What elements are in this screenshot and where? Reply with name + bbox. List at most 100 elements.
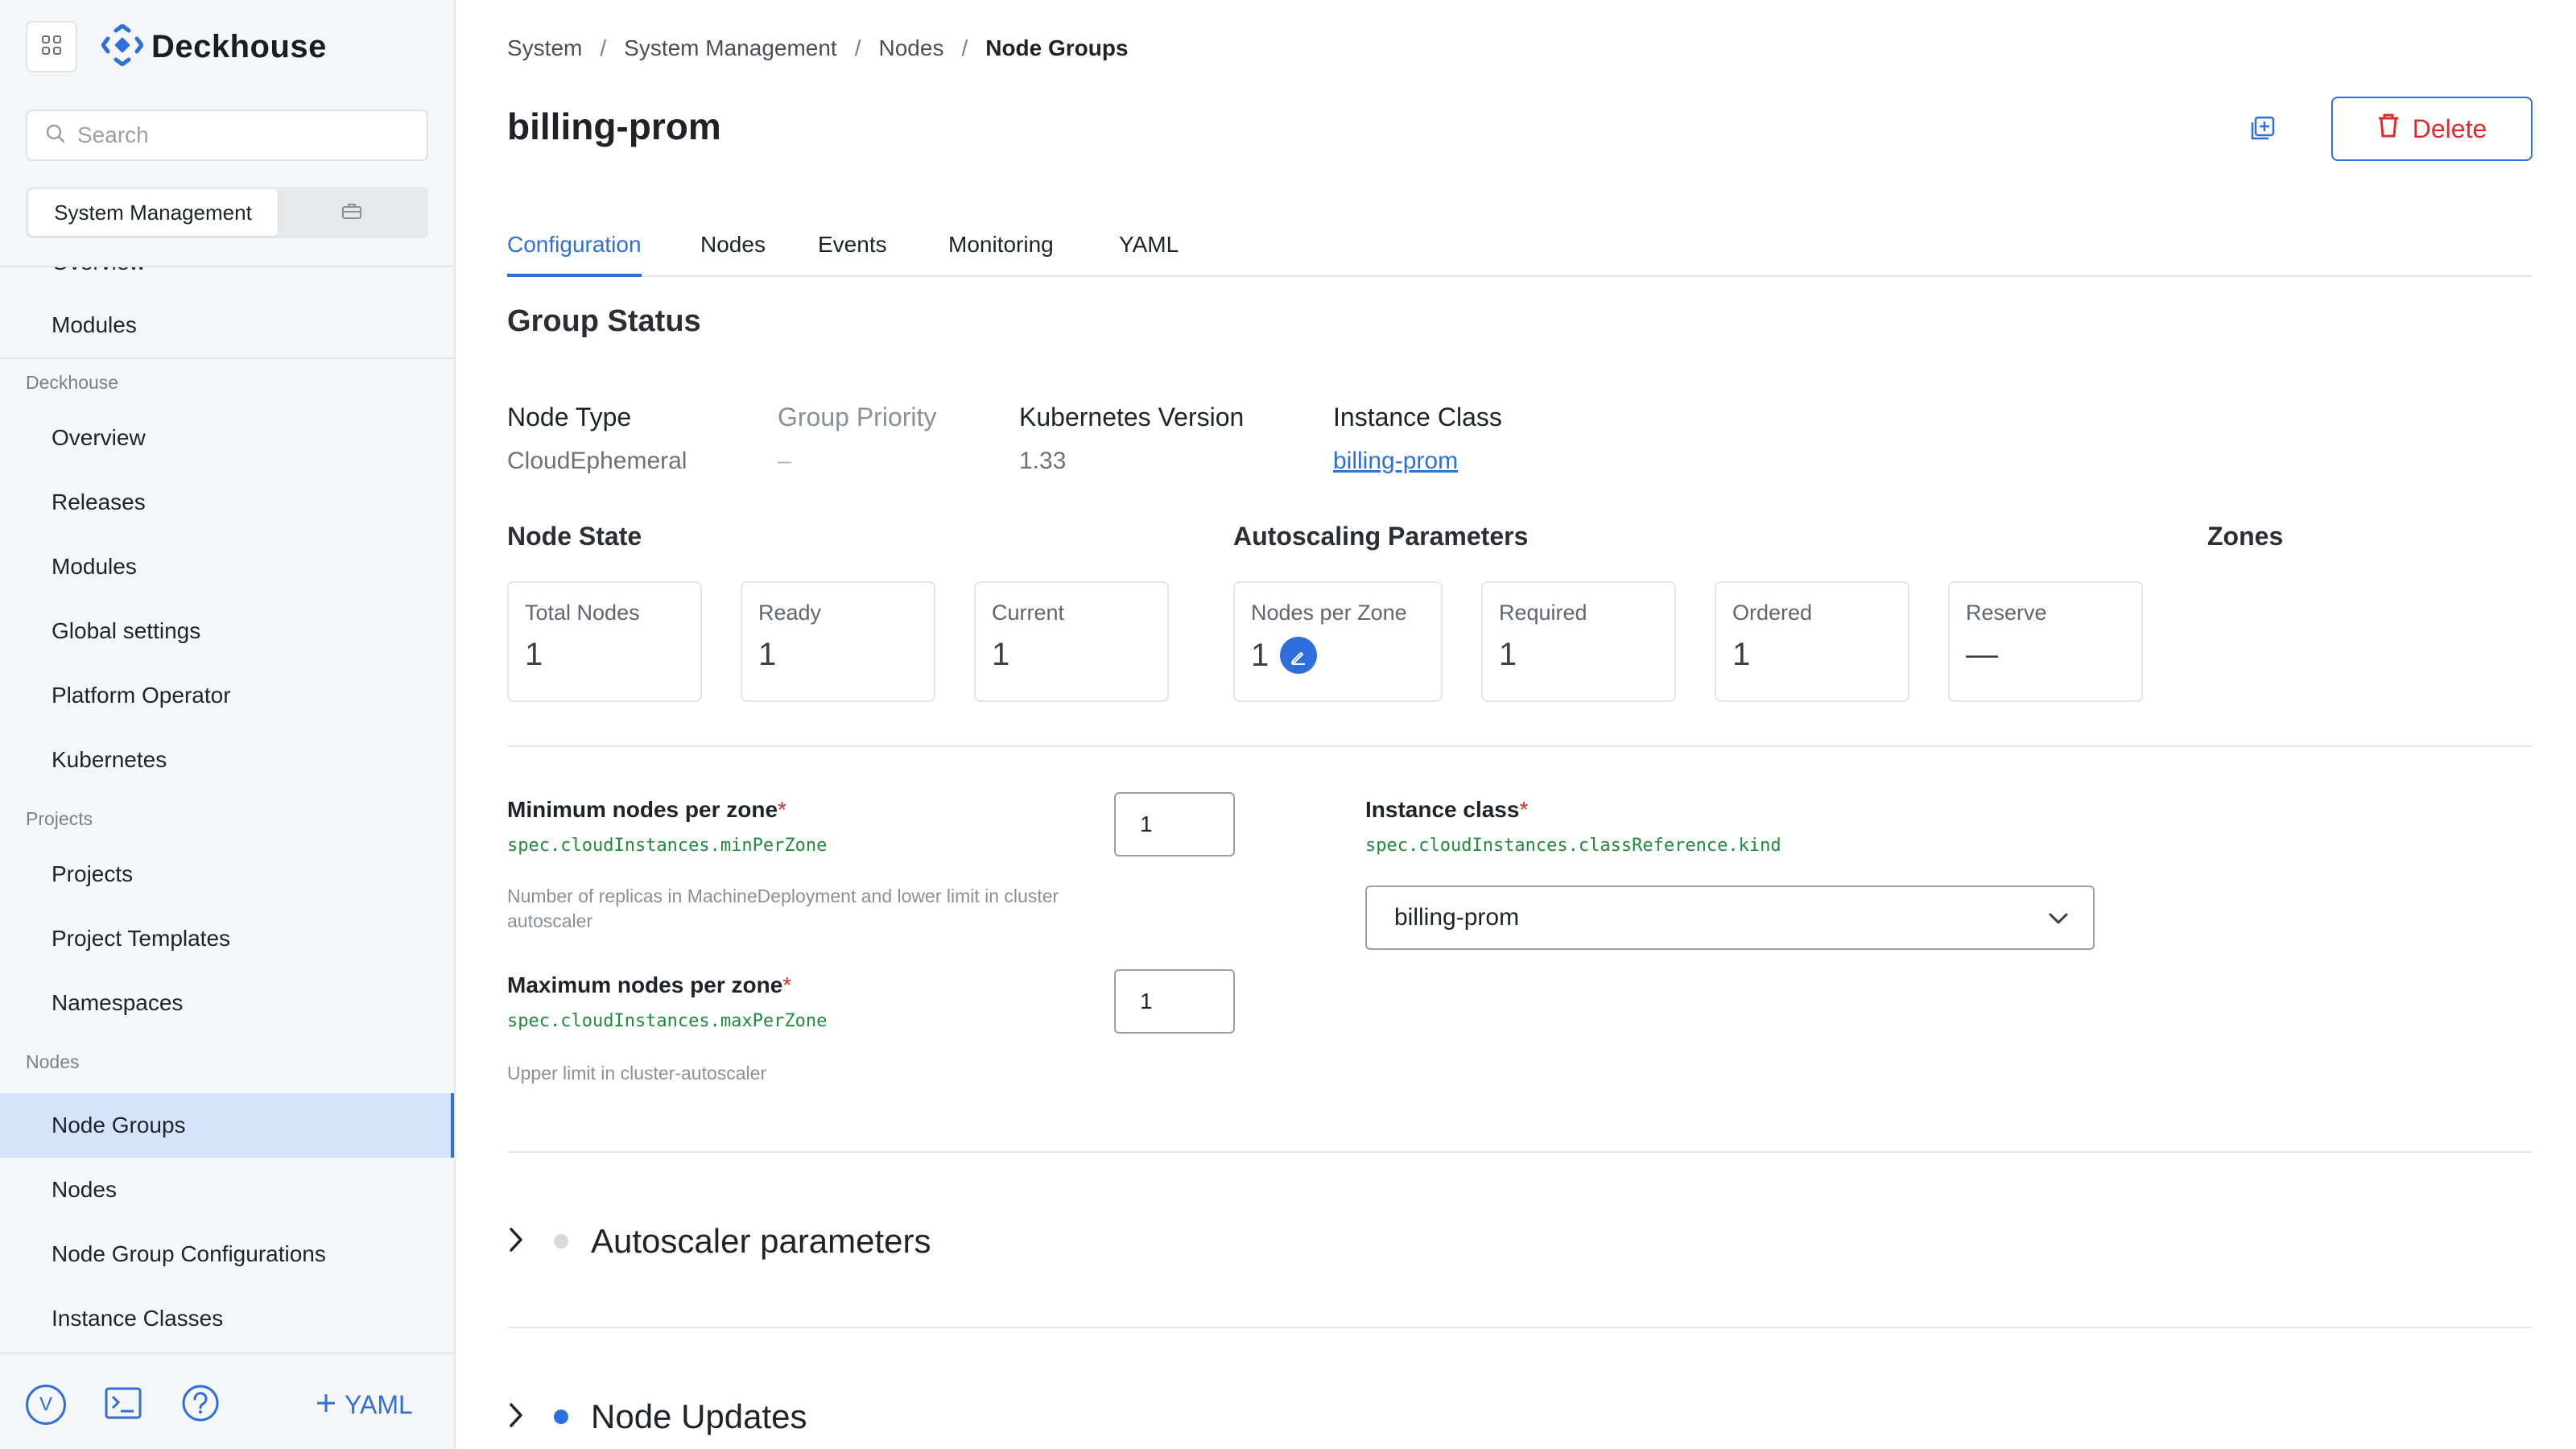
sidebar-item-nodes[interactable]: Nodes xyxy=(0,1158,454,1222)
sidebar-item-releases[interactable]: Releases xyxy=(0,470,454,535)
stat-value: 1 xyxy=(1251,637,1269,673)
nav-section-deckhouse: Deckhouse xyxy=(26,372,119,393)
stat-card-required: Required 1 xyxy=(1481,581,1676,702)
node-updates-title: Node Updates xyxy=(591,1397,807,1435)
max-nodes-input[interactable]: 1 xyxy=(1114,969,1235,1034)
sidebar-item-deckhouse-overview[interactable]: Overview xyxy=(0,406,454,470)
stat-label: Ordered xyxy=(1732,601,1813,625)
required-marker: * xyxy=(782,972,792,997)
breadcrumb-separator: / xyxy=(961,35,968,60)
autoscaler-parameters-title: Autoscaler parameters xyxy=(591,1222,931,1260)
group-status-heading: Group Status xyxy=(507,304,701,338)
breadcrumb-system-management[interactable]: System Management xyxy=(624,35,837,61)
breadcrumb: System / System Management / Nodes / Nod… xyxy=(507,35,1129,61)
stat-label: Ready xyxy=(758,601,822,625)
tab-configuration[interactable]: Configuration xyxy=(507,232,642,277)
sidebar-item-projects[interactable]: Projects xyxy=(0,842,454,906)
instance-class-label: Instance Class xyxy=(1333,402,1502,431)
stat-label: Total Nodes xyxy=(525,601,640,625)
trash-icon xyxy=(2377,114,2400,144)
sidebar-search-input[interactable]: Search xyxy=(26,109,428,161)
help-icon xyxy=(181,1384,220,1426)
duplicate-button[interactable] xyxy=(2243,111,2281,150)
stat-card-current: Current 1 xyxy=(974,581,1169,702)
instance-class-selected-value: billing-prom xyxy=(1394,904,1520,931)
briefcase-icon xyxy=(341,202,362,224)
pencil-icon xyxy=(1290,638,1307,674)
terminal-icon xyxy=(105,1387,142,1423)
min-nodes-label-text: Minimum nodes per zone xyxy=(507,797,778,822)
breadcrumb-system[interactable]: System xyxy=(507,35,582,61)
group-priority-label: Group Priority xyxy=(778,402,937,431)
node-type-label: Node Type xyxy=(507,402,632,431)
stat-label: Current xyxy=(992,601,1065,625)
sidebar-item-kubernetes[interactable]: Kubernetes xyxy=(0,728,454,792)
instance-class-link[interactable]: billing-prom xyxy=(1333,448,1458,475)
instance-class-select[interactable]: billing-prom xyxy=(1365,886,2095,950)
brand-logo[interactable]: Deckhouse xyxy=(101,23,327,70)
sidebar-item-modules[interactable]: Modules xyxy=(0,293,454,357)
max-nodes-path: spec.cloudInstances.maxPerZone xyxy=(507,1011,828,1031)
divider xyxy=(507,1151,2533,1153)
node-type-value: CloudEphemeral xyxy=(507,448,687,474)
stat-card-ready: Ready 1 xyxy=(741,581,935,702)
max-nodes-label: Maximum nodes per zone* xyxy=(507,972,791,998)
sidebar-item-overview-cut[interactable]: Overview xyxy=(52,267,146,275)
chevron-right-icon xyxy=(507,1402,525,1433)
instance-class-field-label-text: Instance class xyxy=(1365,797,1520,822)
segment-system-management[interactable]: System Management xyxy=(28,189,278,236)
breadcrumb-nodes[interactable]: Nodes xyxy=(879,35,944,61)
tab-events[interactable]: Events xyxy=(818,232,887,277)
group-priority-value: – xyxy=(778,448,791,474)
sidebar-item-instance-classes[interactable]: Instance Classes xyxy=(0,1286,454,1351)
tab-yaml[interactable]: YAML xyxy=(1119,232,1179,277)
stat-value: — xyxy=(1966,637,1998,672)
sidebar-item-project-templates[interactable]: Project Templates xyxy=(0,906,454,971)
user-avatar[interactable]: V xyxy=(26,1385,66,1425)
stat-value: 1 xyxy=(758,637,777,672)
min-nodes-input[interactable]: 1 xyxy=(1114,792,1235,857)
sidebar-item-node-group-configurations[interactable]: Node Group Configurations xyxy=(0,1222,454,1286)
edit-nodes-per-zone-button[interactable] xyxy=(1280,637,1318,674)
autoscaling-heading: Autoscaling Parameters xyxy=(1233,522,1529,551)
zones-heading: Zones xyxy=(2207,522,2284,551)
terminal-button[interactable] xyxy=(103,1385,143,1425)
delete-button[interactable]: Delete xyxy=(2331,97,2533,161)
sidebar-nav: Overview Modules Deckhouse Overview Rele… xyxy=(0,266,454,1352)
autoscaler-parameters-section[interactable]: Autoscaler parameters xyxy=(507,1217,931,1265)
max-nodes-help: Upper limit in cluster-autoscaler xyxy=(507,1063,767,1084)
stat-card-ordered: Ordered 1 xyxy=(1715,581,1909,702)
context-switcher: System Management xyxy=(26,187,428,238)
kubernetes-version-label: Kubernetes Version xyxy=(1019,402,1245,431)
sidebar-item-deckhouse-modules[interactable]: Modules xyxy=(0,535,454,599)
stat-label: Reserve xyxy=(1966,601,2047,625)
create-yaml-button[interactable]: YAML xyxy=(316,1385,413,1425)
required-marker: * xyxy=(1519,797,1529,822)
stat-card-nodes-per-zone: Nodes per Zone 1 xyxy=(1233,581,1443,702)
sidebar-item-platform-operator[interactable]: Platform Operator xyxy=(0,663,454,728)
apps-grid-button[interactable] xyxy=(26,21,77,72)
tab-nodes[interactable]: Nodes xyxy=(700,232,766,277)
divider xyxy=(507,745,2533,747)
brand-name: Deckhouse xyxy=(151,29,327,64)
sidebar-item-node-groups[interactable]: Node Groups xyxy=(0,1093,454,1158)
segment-projects[interactable] xyxy=(278,189,426,236)
delete-label: Delete xyxy=(2412,114,2487,143)
chevron-down-icon xyxy=(2046,906,2070,937)
breadcrumb-separator: / xyxy=(600,35,607,60)
status-dot xyxy=(554,1410,568,1424)
divider xyxy=(507,1327,2533,1328)
stat-value: 1 xyxy=(992,637,1010,672)
nav-section-nodes: Nodes xyxy=(26,1051,80,1072)
divider xyxy=(0,357,454,359)
sidebar-footer: V YAML xyxy=(0,1352,454,1449)
sidebar-item-namespaces[interactable]: Namespaces xyxy=(0,971,454,1035)
tab-monitoring[interactable]: Monitoring xyxy=(948,232,1054,277)
stat-card-reserve: Reserve — xyxy=(1948,581,2143,702)
stat-value: 1 xyxy=(1499,637,1517,672)
node-updates-section[interactable]: Node Updates xyxy=(507,1393,807,1441)
sidebar-item-global-settings[interactable]: Global settings xyxy=(0,599,454,663)
kubernetes-version-value: 1.33 xyxy=(1019,448,1067,474)
page-title: billing-prom xyxy=(507,105,721,147)
help-button[interactable] xyxy=(180,1385,221,1425)
